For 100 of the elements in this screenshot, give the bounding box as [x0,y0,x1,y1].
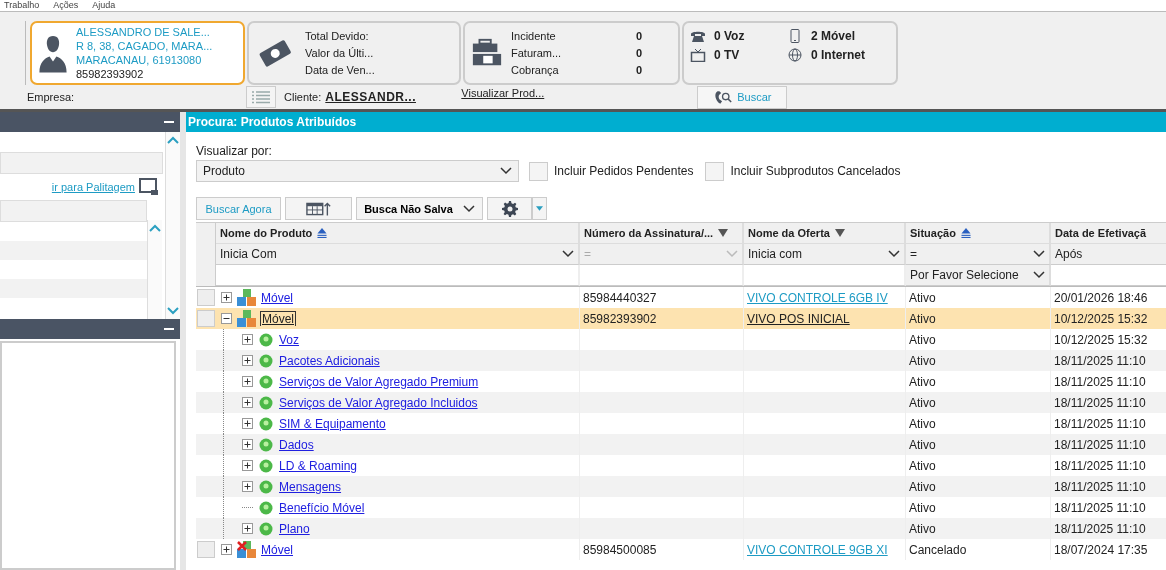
input-field[interactable] [0,152,163,174]
gem-icon [259,395,273,410]
settings-button[interactable] [487,197,532,220]
scrollbar[interactable] [147,220,162,319]
count-label: Faturam... [511,45,563,61]
client-link[interactable]: ALESSANDR... [325,90,462,104]
list-button[interactable] [246,86,276,108]
option-checkbox[interactable]: Incluir Pedidos Pendentes [529,161,694,181]
view-products-link[interactable]: Visualizar Prod... [461,87,698,99]
saved-search-select[interactable]: Busca Não Salva [356,197,483,220]
filter-select[interactable]: Inicia com [744,244,906,265]
scrollbar[interactable] [165,132,180,319]
column-header[interactable]: Data de Efetivaçã [1051,223,1166,244]
subproduct-link[interactable]: Pacotes Adicionais [279,353,380,368]
effective-date: 10/12/2025 15:32 [1054,332,1148,347]
tree-toggle-icon[interactable] [242,397,253,408]
status-text: Ativo [909,521,936,536]
subproduct-link[interactable]: SIM & Equipamento [279,416,386,431]
export-button[interactable] [285,197,352,220]
billing-label: Total Devido: [305,28,370,44]
count-value: 0 [636,28,644,44]
filter-select[interactable]: = [906,244,1051,265]
subproduct-link[interactable]: Serviços de Valor Agregado Premium [279,374,479,389]
filter-input[interactable] [580,265,744,286]
billing-label: Valor da Últi... [305,45,375,61]
column-header[interactable]: Nome da Oferta [744,223,906,244]
filter-input[interactable] [744,265,906,286]
subproduct-link[interactable]: LD & Roaming [279,458,358,473]
filter-input[interactable] [216,265,580,286]
menu-item[interactable]: Ações [53,0,79,11]
tree-toggle-icon[interactable] [242,523,253,534]
menu-item[interactable]: Ajuda [92,0,116,11]
column-header[interactable]: Nome do Produto [216,223,580,244]
header-cell [196,265,216,286]
dropdown-triangle-icon[interactable] [834,228,845,238]
tree-toggle-icon[interactable] [242,418,253,429]
status-text: Ativo [909,437,936,452]
gem-icon [259,458,273,473]
count-label: Incidente [511,28,557,44]
filter-select[interactable]: Inicia Com [216,244,580,265]
dropdown-triangle-icon[interactable] [718,228,729,238]
offer-link[interactable]: VIVO POS INICIAL [747,311,850,326]
effective-date: 18/11/2025 11:10 [1054,395,1146,410]
service-count: 0 TV [714,47,740,62]
count-value: 0 [636,45,644,61]
view-by-select[interactable]: Produto [196,160,519,182]
tree-toggle-icon[interactable] [221,292,232,303]
customer-name: ALESSANDRO DE SALE... [76,25,211,39]
gem-icon [259,500,273,515]
subscription-number: 85984500085 [583,542,657,557]
product-link[interactable]: Móvel [260,290,294,305]
gem-icon [259,521,273,536]
tree-toggle-icon[interactable] [242,334,253,345]
tree-toggle-icon[interactable] [242,460,253,471]
effective-date: 18/11/2025 11:10 [1054,479,1146,494]
company-label: Empresa: [27,91,76,103]
status-text: Ativo [909,332,936,347]
dropdown-button[interactable] [532,197,547,220]
column-header[interactable]: Número da Assinatura/... [580,223,744,244]
tree-toggle-icon[interactable] [242,376,253,387]
subproduct-link[interactable]: Plano [279,521,310,536]
customer-city: MARACANAU, 61913080 [76,53,203,67]
subscription-number: 85984440327 [583,290,657,305]
effective-date: 10/12/2025 15:32 [1054,311,1148,326]
filter-select[interactable]: Por Favor Selecione [906,265,1051,286]
subproduct-link[interactable]: Voz [279,332,299,347]
option-checkbox[interactable]: Incluir Subprodutos Cancelados [705,161,901,181]
subscription-number: 85982393902 [583,311,657,326]
status-text: Ativo [909,374,936,389]
tree-toggle-icon[interactable] [242,481,253,492]
globe-icon [787,47,803,62]
customer-card[interactable]: ALESSANDRO DE SALE... R 8, 38, CAGADO, MARA... MARACANAU, 61913080 85982393902 [30,21,245,85]
tree-toggle-icon[interactable] [242,439,253,450]
scroll-up-icon[interactable] [149,224,161,232]
scroll-up-icon[interactable] [167,136,179,144]
effective-date: 20/01/2026 18:46 [1054,290,1148,305]
effective-date: 18/11/2025 11:10 [1054,416,1146,431]
caret-icon [462,204,475,213]
subproduct-link[interactable]: Dados [279,437,314,452]
column-header[interactable]: Situação [906,223,1051,244]
tree-toggle-icon[interactable] [221,313,232,324]
menu-item[interactable]: Trabalho [4,0,40,11]
view-by-label: Visualizar por: [196,144,273,160]
monitor-icon[interactable] [139,178,159,196]
filter-select[interactable]: Após [1051,244,1166,265]
caret-icon [888,250,900,258]
scroll-down-icon[interactable] [167,307,179,315]
subproduct-link[interactable]: Benefício Móvel [279,500,365,515]
product-link[interactable]: Móvel [260,542,294,557]
tree-toggle-icon[interactable] [242,355,253,366]
gem-icon [259,479,273,494]
status-text: Ativo [909,290,936,305]
count-value: 0 [636,62,644,78]
tv-icon [690,47,706,62]
subproduct-link[interactable]: Serviços de Valor Agregado Incluidos [279,395,478,410]
subproduct-link[interactable]: Mensagens [279,479,342,494]
service-count: 0 Internet [811,47,865,62]
product-link[interactable]: Móvel [260,311,296,326]
caret-icon [1033,271,1045,279]
tree-toggle-icon[interactable] [221,544,232,555]
